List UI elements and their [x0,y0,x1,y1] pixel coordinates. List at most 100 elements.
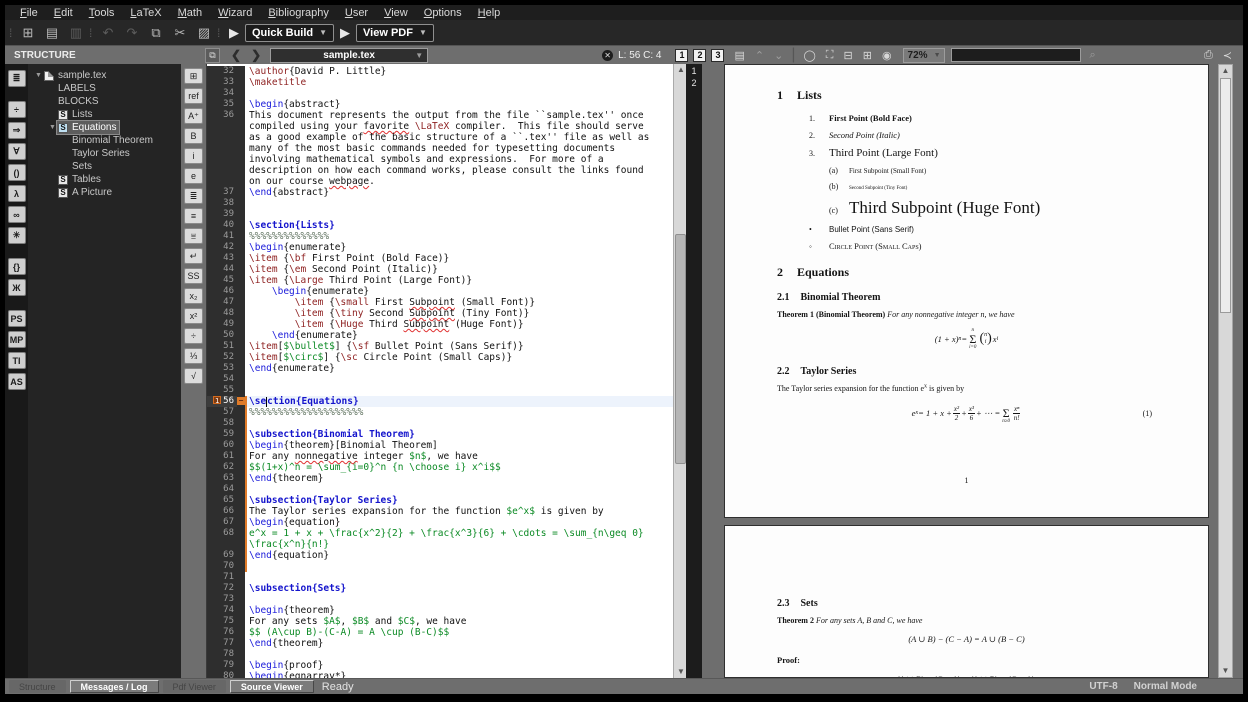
original-size-icon[interactable]: ◯ [798,49,820,62]
fold-margin[interactable] [237,187,245,198]
fold-margin[interactable] [237,660,245,671]
fold-margin[interactable] [237,616,245,627]
toolbar-drag-handle[interactable]: ⁞ [9,26,15,40]
fold-margin[interactable] [237,473,245,484]
statusbar-tab-pdf-viewer[interactable]: Pdf Viewer [163,680,226,693]
pdf-strip-page-1[interactable]: 1 [686,66,702,78]
fold-margin[interactable] [237,429,245,440]
editor-mode-label[interactable]: Normal Mode [1134,681,1197,692]
fold-margin[interactable] [237,605,245,616]
editor-line-74[interactable]: 74\begin{theorem} [207,605,673,616]
fold-margin[interactable] [237,462,245,473]
editor-line-48[interactable]: 48 \item {\tiny Second Subpoint (Tiny Fo… [207,308,673,319]
fold-margin[interactable] [237,484,245,495]
sqrt-icon[interactable]: √ [184,368,203,384]
menu-options[interactable]: Options [417,7,469,19]
fold-margin[interactable] [237,264,245,275]
page-layout-2-icon[interactable]: 2 [693,49,706,62]
tikz-panel-icon[interactable]: TI [8,352,26,369]
insert-item-icon[interactable]: ⊞ [184,68,203,84]
next-document-icon[interactable]: ❯ [246,48,266,62]
zoom-in-icon[interactable]: ⊞ [858,49,877,62]
page-layout-1-icon[interactable]: 1 [675,49,688,62]
structure-item-labels[interactable]: LABELS [28,82,181,95]
quick-build-run-icon[interactable]: ▶ [225,25,243,41]
save-file-icon[interactable]: ▥ [65,23,87,43]
tree-expander-icon[interactable]: ▼ [48,124,57,131]
encoding-label[interactable]: UTF-8 [1089,681,1117,692]
menu-help[interactable]: Help [471,7,508,19]
fold-margin[interactable] [237,330,245,341]
fold-margin[interactable] [237,198,245,209]
editor-line-68[interactable]: 68e^x = 1 + x + \frac{x^2}{2} + \frac{x^… [207,528,673,539]
fold-margin[interactable] [237,77,245,88]
fold-margin[interactable] [237,451,245,462]
fold-margin[interactable] [237,297,245,308]
fold-margin[interactable] [237,66,245,77]
editor-line-35[interactable]: 35\begin{abstract} [207,99,673,110]
align-left-icon[interactable]: ≣ [184,188,203,204]
pdf-viewer[interactable]: 1Lists 1.First Point (Bold Face)2.Second… [702,64,1243,678]
fold-margin[interactable] [237,385,245,396]
pdf-scrollbar[interactable]: ▲ ▼ [1218,64,1233,678]
fold-margin[interactable] [237,517,245,528]
fold-margin[interactable]: − [237,396,245,407]
editor-line-75[interactable]: 75For any sets $A$, $B$ and $C$, we have [207,616,673,627]
align-right-icon[interactable]: ⩸ [184,228,203,244]
menu-bibliography[interactable]: Bibliography [261,7,336,19]
fold-margin[interactable] [237,132,245,143]
pdf-search-input[interactable] [951,48,1081,62]
editor-line-wrap[interactable]: involving mathematical symbols and expre… [207,154,673,165]
fold-margin[interactable] [237,407,245,418]
misc-text-symbols-icon[interactable]: ✳ [8,227,26,244]
bookmark-badge[interactable]: 1 [213,396,221,404]
statusbar-tab-messages-log[interactable]: Messages / Log [70,680,159,693]
menu-latex[interactable]: LaTeX [123,7,168,19]
fold-margin[interactable] [237,341,245,352]
toolbar-drag-handle[interactable]: ⁞ [89,26,95,40]
editor-line-63[interactable]: 63\end{theorem} [207,473,673,484]
zoom-marquee-icon[interactable]: ⛶ [821,49,839,62]
editor-line-70[interactable]: 70 [207,561,673,572]
redo-icon[interactable]: ↷ [121,23,143,43]
editor-line-60[interactable]: 60\begin{theorem}[Binomial Theorem] [207,440,673,451]
fold-margin[interactable] [237,99,245,110]
ref-icon[interactable]: ref [184,88,203,104]
editor-line-49[interactable]: 49 \item {\Huge Third Subpoint (Huge Fon… [207,319,673,330]
editor-line-47[interactable]: 47 \item {\small First Subpoint (Small F… [207,297,673,308]
menu-user[interactable]: User [338,7,375,19]
editor-line-43[interactable]: 43\item {\bf First Point (Bold Face)} [207,253,673,264]
editor-line-73[interactable]: 73 [207,594,673,605]
scroll-up-icon[interactable]: ▲ [1219,65,1232,77]
search-icon[interactable]: ⌕ [1085,49,1101,62]
prev-document-icon[interactable]: ❮ [226,48,246,62]
menu-math[interactable]: Math [171,7,209,19]
editor-line-34[interactable]: 34 [207,88,673,99]
structure-item-tables[interactable]: STables [28,173,181,186]
fold-margin[interactable] [237,495,245,506]
brackets-panel-icon[interactable]: {} [8,258,26,275]
scroll-down-icon[interactable]: ▼ [674,666,686,678]
paste-icon[interactable]: ▨ [193,23,215,43]
editor-line-wrap[interactable]: on our course webpage. [207,176,673,187]
structure-tab-icon[interactable]: ≣ [8,70,26,87]
editor-scrollbar-thumb[interactable] [675,234,686,464]
editor-line-71[interactable]: 71 [207,572,673,583]
editor-line-69[interactable]: 69\end{equation} [207,550,673,561]
cut-icon[interactable]: ✂ [169,23,191,43]
fold-margin[interactable] [237,363,245,374]
editor-line-67[interactable]: 67\begin{equation} [207,517,673,528]
pdf-scrollbar-thumb[interactable] [1220,78,1231,313]
continuous-pages-icon[interactable]: ▤ [729,49,749,62]
fold-margin[interactable] [237,143,245,154]
emph-icon[interactable]: e [184,168,203,184]
editor-line-36[interactable]: 36This document represents the output fr… [207,110,673,121]
editor-line-52[interactable]: 52\item[$\circ$] {\sc Circle Point (Smal… [207,352,673,363]
editor-line-32[interactable]: 32\author{David P. Little} [207,66,673,77]
superscript-icon[interactable]: x² [184,308,203,324]
quick-build-button[interactable]: Quick Build ▼ [245,24,334,42]
fold-margin[interactable] [237,649,245,660]
editor-line-40[interactable]: 40\section{Lists} [207,220,673,231]
fold-collapse-icon[interactable]: − [237,397,245,405]
bold-icon[interactable]: B [184,128,203,144]
